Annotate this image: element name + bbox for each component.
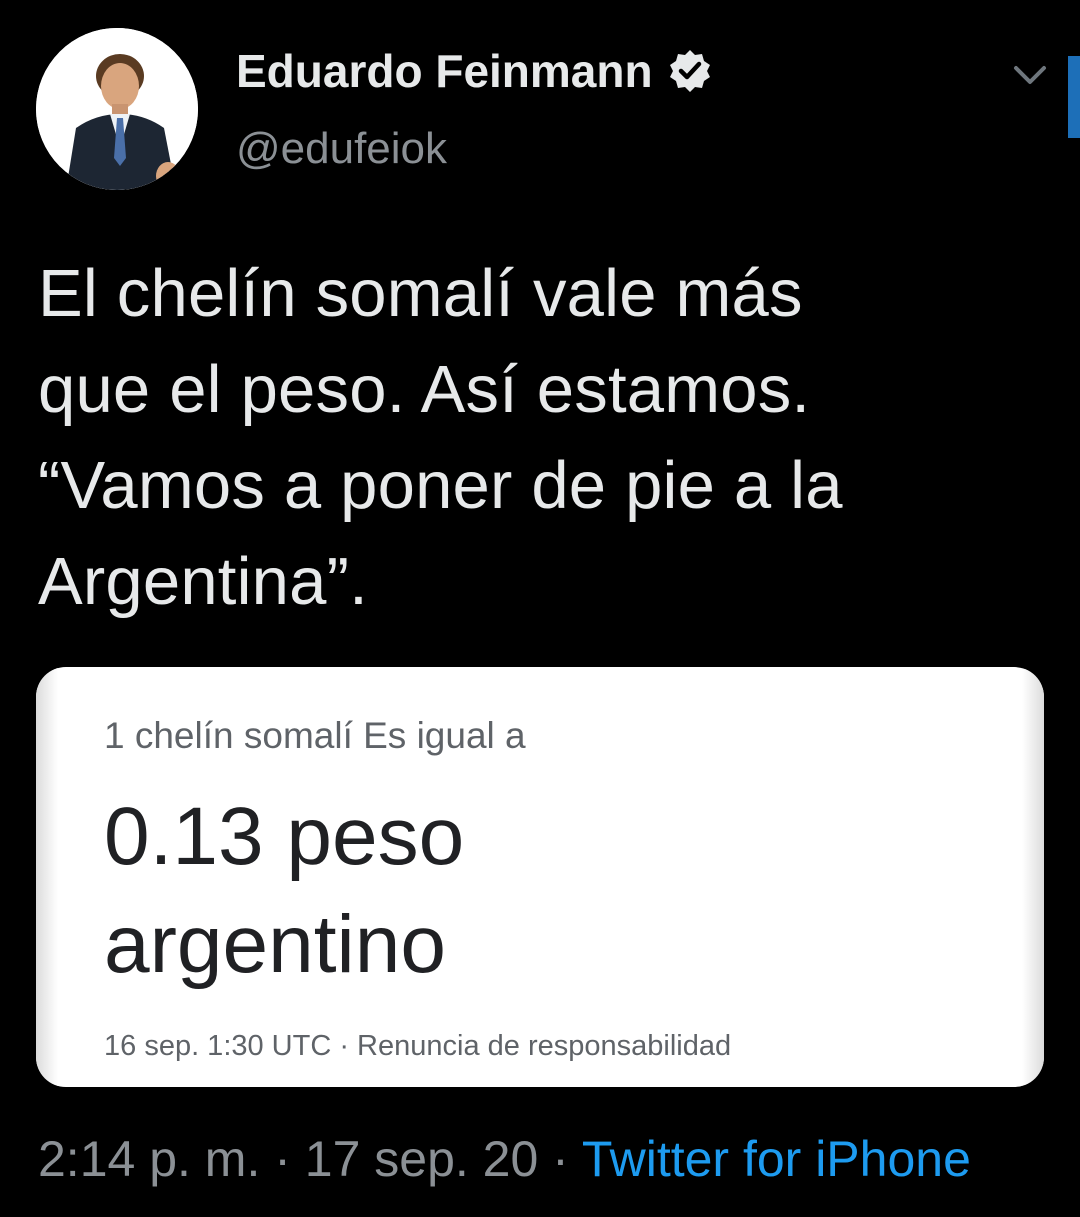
tweet-source-link[interactable]: Twitter for iPhone bbox=[582, 1131, 971, 1187]
tweet-text-line: que el peso. Así estamos. bbox=[38, 352, 811, 427]
edge-scroll-indicator bbox=[1068, 56, 1080, 138]
conversion-result-line: argentino bbox=[104, 899, 446, 990]
author-handle[interactable]: @edufeiok bbox=[236, 124, 447, 174]
conversion-result-line: 0.13 peso bbox=[104, 791, 465, 882]
tweet-text-line: Argentina”. bbox=[38, 544, 368, 619]
tweet-media-image[interactable]: 1 chelín somalí Es igual a 0.13 peso arg… bbox=[36, 667, 1044, 1087]
conversion-label: 1 chelín somalí Es igual a bbox=[104, 715, 526, 756]
tweet-timestamp[interactable]: 2:14 p. m. · 17 sep. 20 · bbox=[38, 1131, 582, 1187]
card-edge-shadow bbox=[1022, 667, 1044, 1087]
avatar[interactable] bbox=[36, 28, 198, 190]
chevron-down-icon[interactable] bbox=[1008, 58, 1052, 94]
tweet-text-line: El chelín somalí vale más bbox=[38, 256, 803, 331]
tweet-text-line: “Vamos a poner de pie a la bbox=[38, 448, 843, 523]
card-edge-shadow bbox=[36, 667, 58, 1087]
author-name-row[interactable]: Eduardo Feinmann bbox=[236, 44, 713, 98]
author-display-name[interactable]: Eduardo Feinmann bbox=[236, 44, 653, 98]
verified-badge-icon bbox=[667, 48, 713, 94]
avatar-photo bbox=[36, 28, 198, 190]
tweet-text: El chelín somalí vale más que el peso. A… bbox=[38, 246, 1048, 630]
conversion-footer: 16 sep. 1:30 UTC · Renuncia de responsab… bbox=[104, 1030, 732, 1062]
conversion-result: 0.13 peso argentino bbox=[104, 783, 464, 999]
tweet-metadata: 2:14 p. m. · 17 sep. 20 · Twitter for iP… bbox=[38, 1130, 971, 1188]
